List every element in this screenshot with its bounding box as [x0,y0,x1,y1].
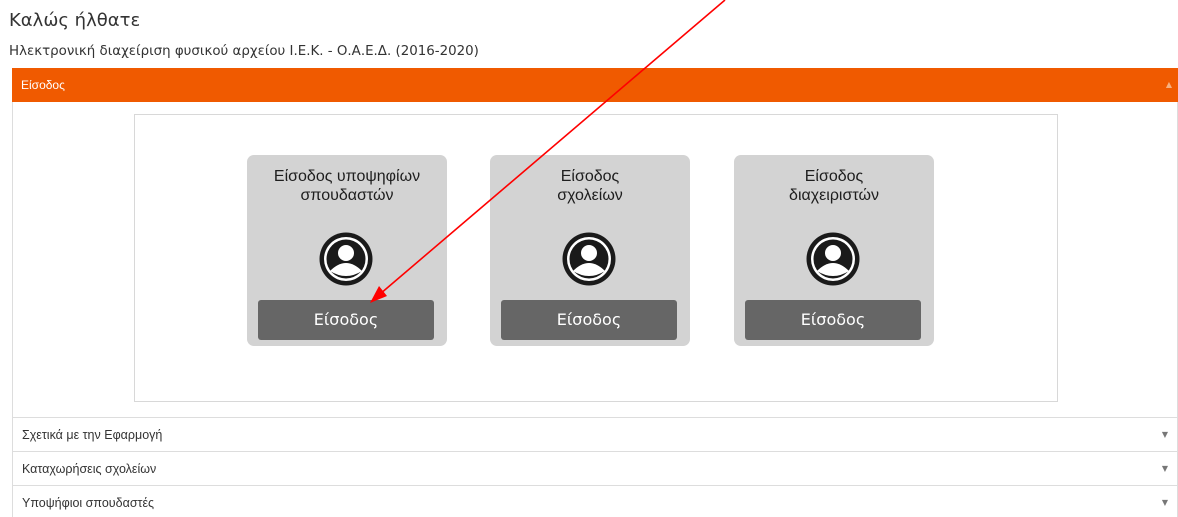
accordion-header-label: Σχετικά με την Εφαρμογή [22,428,163,442]
card-title: Είσοδος σχολείων [557,168,623,204]
triangle-down-icon: ▼ [1161,498,1168,507]
accordion-header-about[interactable]: Σχετικά με την Εφαρμογή ▼ [12,417,1178,451]
accordion-header-candidate-students[interactable]: Υποψήφιοι σπουδαστές ▼ [12,485,1178,517]
page-title: Καλώς ήλθατε [9,10,141,31]
accordion-panel-login: Είσοδος υποψηφίων σπουδαστών Είσοδος Είσο… [12,102,1178,417]
accordion-header-login[interactable]: Είσοδος ▲ [12,68,1178,102]
user-icon [319,232,373,286]
accordion: Είσοδος ▲ Είσοδος υποψηφίων σπουδαστών Εί… [12,68,1178,517]
accordion-header-label: Είσοδος [21,78,65,92]
login-card-admins: Είσοδος διαχειριστών Είσοδος [734,155,934,346]
accordion-header-school-entries[interactable]: Καταχωρήσεις σχολείων ▼ [12,451,1178,485]
page-subtitle: Ηλεκτρονική διαχείριση φυσικού αρχείου Ι… [9,44,479,59]
accordion-header-label: Καταχωρήσεις σχολείων [22,462,157,476]
user-icon [806,232,860,286]
card-title: Είσοδος υποψηφίων σπουδαστών [273,168,421,204]
accordion-header-label: Υποψήφιοι σπουδαστές [22,496,155,510]
schools-login-button[interactable]: Είσοδος [501,300,677,340]
triangle-down-icon: ▼ [1161,464,1168,473]
students-login-button[interactable]: Είσοδος [258,300,434,340]
admins-login-button[interactable]: Είσοδος [745,300,921,340]
login-card-students: Είσοδος υποψηφίων σπουδαστών Είσοδος [247,155,447,346]
user-icon [562,232,616,286]
triangle-up-icon: ▲ [1165,80,1172,89]
triangle-down-icon: ▼ [1161,430,1168,439]
login-card-schools: Είσοδος σχολείων Είσοδος [490,155,690,346]
login-options-box: Είσοδος υποψηφίων σπουδαστών Είσοδος Είσο… [134,114,1058,402]
card-title: Είσοδος διαχειριστών [789,168,879,204]
